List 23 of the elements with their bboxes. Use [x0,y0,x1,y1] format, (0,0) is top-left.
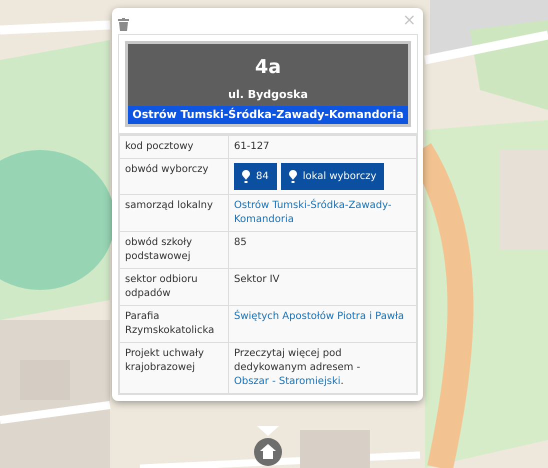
house-number: 4a [254,55,282,80]
home-marker-icon[interactable] [254,438,282,466]
value-text: 85 [234,237,247,248]
map-pin-button[interactable]: 84 [234,163,277,190]
district-banner: Ostrów Tumski-Śródka-Zawady-Komandoria [128,106,408,124]
value-link[interactable]: Obszar - Staromiejski [234,376,341,387]
value-text: 61-127 [234,141,270,152]
label-cell: sektor odbioru odpadów [120,268,228,306]
label-cell: Parafia Rzymskokatolicka [120,306,228,342]
value-text: Sektor IV [234,274,280,285]
label-cell: Projekt uchwały krajobrazowej [120,342,228,394]
label-cell: obwód szkoły podstawowej [120,232,228,268]
value-link[interactable]: Świętych Apostołów Piotra i Pawła [234,310,411,324]
map-pin-icon [288,170,297,183]
label-cell: obwód wyborczy [120,158,228,194]
map-pin-icon [242,170,250,183]
value-text: Przeczytaj więcej pod dedykowanym adresem - Obszar - Staromiejski. [234,348,360,387]
label-cell: samorząd lokalny [120,194,228,232]
street-name: ul. Bydgoska [227,88,309,103]
map-pin-button[interactable]: lokal wyborczy [280,163,384,190]
trash-icon[interactable] [118,18,129,30]
label-cell: kod pocztowy [120,134,228,158]
value-link[interactable]: Ostrów Tumski-Śródka-Zawady-Komandoria [234,199,411,227]
